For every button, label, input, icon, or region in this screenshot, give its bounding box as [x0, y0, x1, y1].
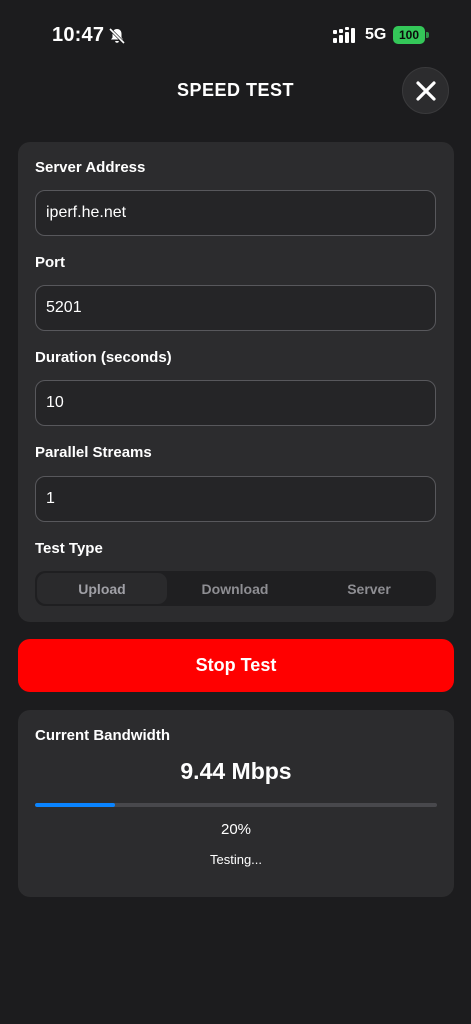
test-type-segmented-control: Upload Download Server [35, 571, 436, 606]
port-label: Port [35, 254, 65, 271]
close-button[interactable] [402, 67, 449, 114]
test-status: Testing... [209, 852, 263, 867]
server-address-input[interactable]: iperf.he.net [35, 190, 436, 236]
server-address-label: Server Address [35, 159, 146, 176]
battery-icon: 100 [393, 26, 429, 44]
status-bar: 10:47 5G 100 [0, 0, 471, 70]
stop-test-button[interactable]: Stop Test [18, 639, 454, 692]
parallel-streams-label: Parallel Streams [35, 444, 152, 461]
current-bandwidth-label: Current Bandwidth [35, 727, 170, 744]
battery-level: 100 [393, 26, 425, 44]
segment-upload[interactable]: Upload [37, 573, 167, 604]
progress-fill [35, 803, 116, 807]
parallel-streams-input[interactable]: 1 [35, 476, 436, 522]
settings-card: Server Address iperf.he.net Port 5201 Du… [18, 142, 454, 622]
segment-download[interactable]: Download [170, 573, 300, 604]
segment-server[interactable]: Server [304, 573, 434, 604]
progress-bar [35, 803, 437, 807]
test-type-label: Test Type [35, 540, 103, 557]
page-title: SPEED TEST [176, 80, 295, 100]
port-input[interactable]: 5201 [35, 285, 436, 331]
network-type: 5G [365, 26, 387, 43]
signal-icon [333, 27, 355, 43]
progress-percent: 20% [220, 821, 252, 838]
bell-off-icon [108, 27, 126, 45]
duration-input[interactable]: 10 [35, 380, 436, 426]
bandwidth-value: 9.44 Mbps [180, 758, 292, 784]
duration-label: Duration (seconds) [35, 349, 172, 366]
battery-cap [426, 32, 429, 38]
close-icon [415, 80, 436, 101]
bandwidth-card: Current Bandwidth 9.44 Mbps 20% Testing.… [18, 710, 454, 897]
status-time: 10:47 [52, 24, 105, 46]
